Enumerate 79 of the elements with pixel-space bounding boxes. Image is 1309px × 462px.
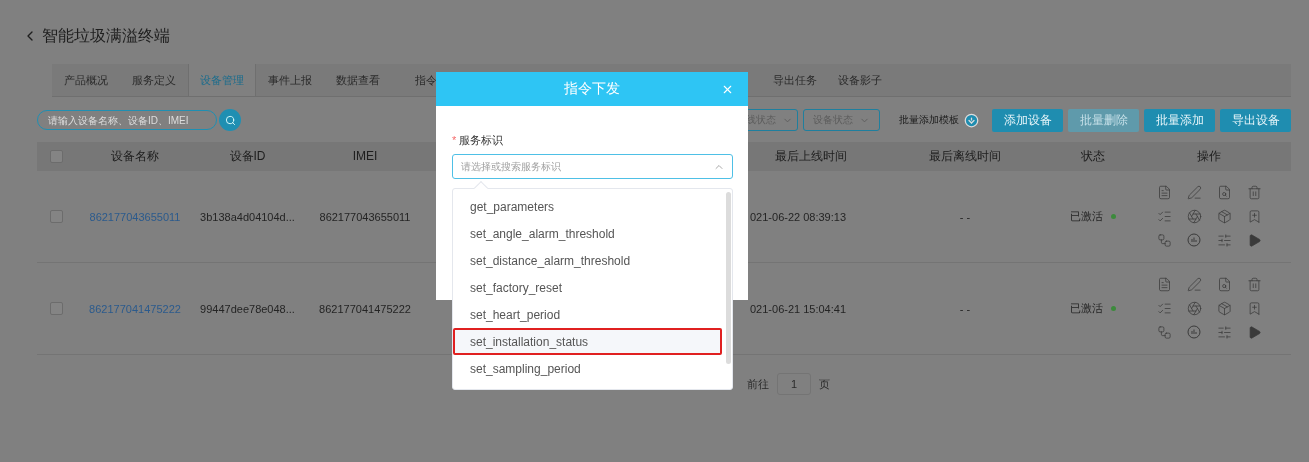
table-cell-text: 021-06-21 15:04:41 (750, 302, 848, 315)
play-icon[interactable] (1246, 233, 1262, 248)
workflow-icon[interactable] (1156, 233, 1172, 248)
checklist-icon[interactable] (1156, 209, 1172, 224)
pen-icon[interactable] (1186, 277, 1202, 292)
table-cell-text: - - (958, 210, 972, 223)
table-cell-text: 99447dee78e048... (199, 302, 296, 315)
checklist-icon[interactable] (1156, 301, 1172, 316)
table-cell-text: 862177041475222 (318, 302, 412, 315)
download-icon[interactable] (964, 112, 979, 128)
aperture-icon[interactable] (1186, 209, 1202, 224)
tab[interactable]: 导出任务 (764, 64, 826, 96)
toolbar-button[interactable]: 导出设备 (1220, 108, 1291, 132)
file-search-icon[interactable] (1216, 185, 1232, 200)
bookmark-plus-icon[interactable] (1246, 209, 1262, 224)
file-search-icon[interactable] (1216, 277, 1232, 292)
status-text: 已激活 (1070, 209, 1103, 224)
bookmark-plus-icon[interactable] (1246, 301, 1262, 316)
service-select[interactable]: 请选择或搜索服务标识 (452, 154, 733, 179)
device-name-link[interactable]: 862177043655011 (75, 210, 195, 223)
toolbar-button[interactable]: 添加设备 (992, 108, 1063, 132)
dropdown-option[interactable]: set_angle_alarm_threshold (453, 220, 722, 247)
trash-icon[interactable] (1246, 185, 1262, 200)
column-header: 操作 (1196, 147, 1222, 165)
device-name-link[interactable]: 862177041475222 (75, 302, 195, 315)
template-link[interactable]: 批量添加模板 (899, 113, 959, 127)
table-cell-text: - - (958, 302, 972, 315)
dialog-title: 指令下发 (564, 80, 620, 98)
close-icon[interactable] (721, 83, 734, 96)
tab[interactable]: 服务定义 (120, 64, 188, 96)
goto-label: 前往 (747, 376, 769, 392)
status-dot (1111, 214, 1116, 219)
column-header: 最后离线时间 (928, 147, 1002, 165)
table-cell-text: 862177043655011 (318, 210, 412, 223)
dropdown-option[interactable]: set_installation_status (453, 328, 722, 355)
sliders-icon[interactable] (1216, 325, 1232, 340)
checkbox[interactable] (49, 210, 63, 223)
dropdown-option[interactable]: set_heart_period (453, 301, 722, 328)
sliders-icon[interactable] (1216, 233, 1232, 248)
search-button[interactable] (219, 109, 241, 131)
aperture-icon[interactable] (1186, 301, 1202, 316)
bar-chart-circle-icon[interactable] (1187, 325, 1201, 339)
tab[interactable]: 数据查看 (324, 64, 392, 96)
bar-chart-circle-icon[interactable] (1187, 233, 1201, 247)
required-mark: * (452, 134, 457, 146)
dropdown-option[interactable]: set_sampling_period (453, 355, 722, 382)
dropdown-option[interactable]: set_factory_reset (453, 274, 722, 301)
dropdown-option[interactable]: set_distance_alarm_threshold (453, 247, 722, 274)
play-icon[interactable] (1246, 325, 1262, 340)
package-icon[interactable] (1216, 301, 1232, 316)
tab[interactable]: 设备影子 (826, 64, 894, 96)
column-header: 状态 (1080, 147, 1106, 165)
dropdown-option[interactable]: get_parameters (453, 193, 722, 220)
table-cell-text: 021-06-22 08:39:13 (750, 210, 848, 223)
page-suffix: 页 (819, 376, 830, 392)
toolbar-button[interactable]: 批量添加 (1144, 108, 1215, 132)
tab[interactable]: 事件上报 (256, 64, 324, 96)
document-icon[interactable] (1156, 277, 1172, 292)
trash-icon[interactable] (1246, 277, 1262, 292)
page-input[interactable]: 1 (777, 373, 811, 395)
search-icon (224, 114, 236, 126)
column-header: 最后上线时间 (774, 147, 848, 165)
field-label: 服务标识 (459, 134, 504, 146)
document-icon[interactable] (1156, 185, 1172, 200)
status-dot (1111, 306, 1116, 311)
status-text: 已激活 (1070, 301, 1103, 316)
pen-icon[interactable] (1186, 185, 1202, 200)
page-title: 智能垃圾满溢终端 (42, 25, 170, 46)
checkbox[interactable] (49, 149, 63, 163)
checkbox[interactable] (49, 302, 63, 315)
package-icon[interactable] (1216, 209, 1232, 224)
column-header: 设备ID (228, 147, 267, 165)
tab[interactable]: 产品概况 (52, 64, 120, 96)
workflow-icon[interactable] (1156, 325, 1172, 340)
scrollbar[interactable] (726, 192, 731, 364)
column-header: IMEI (351, 149, 379, 163)
table-cell-text: 3b138a4d04104d... (199, 210, 296, 223)
column-header: 设备名称 (110, 147, 160, 165)
search-field[interactable]: 请输入设备名称、设备ID、IMEI (37, 110, 217, 130)
